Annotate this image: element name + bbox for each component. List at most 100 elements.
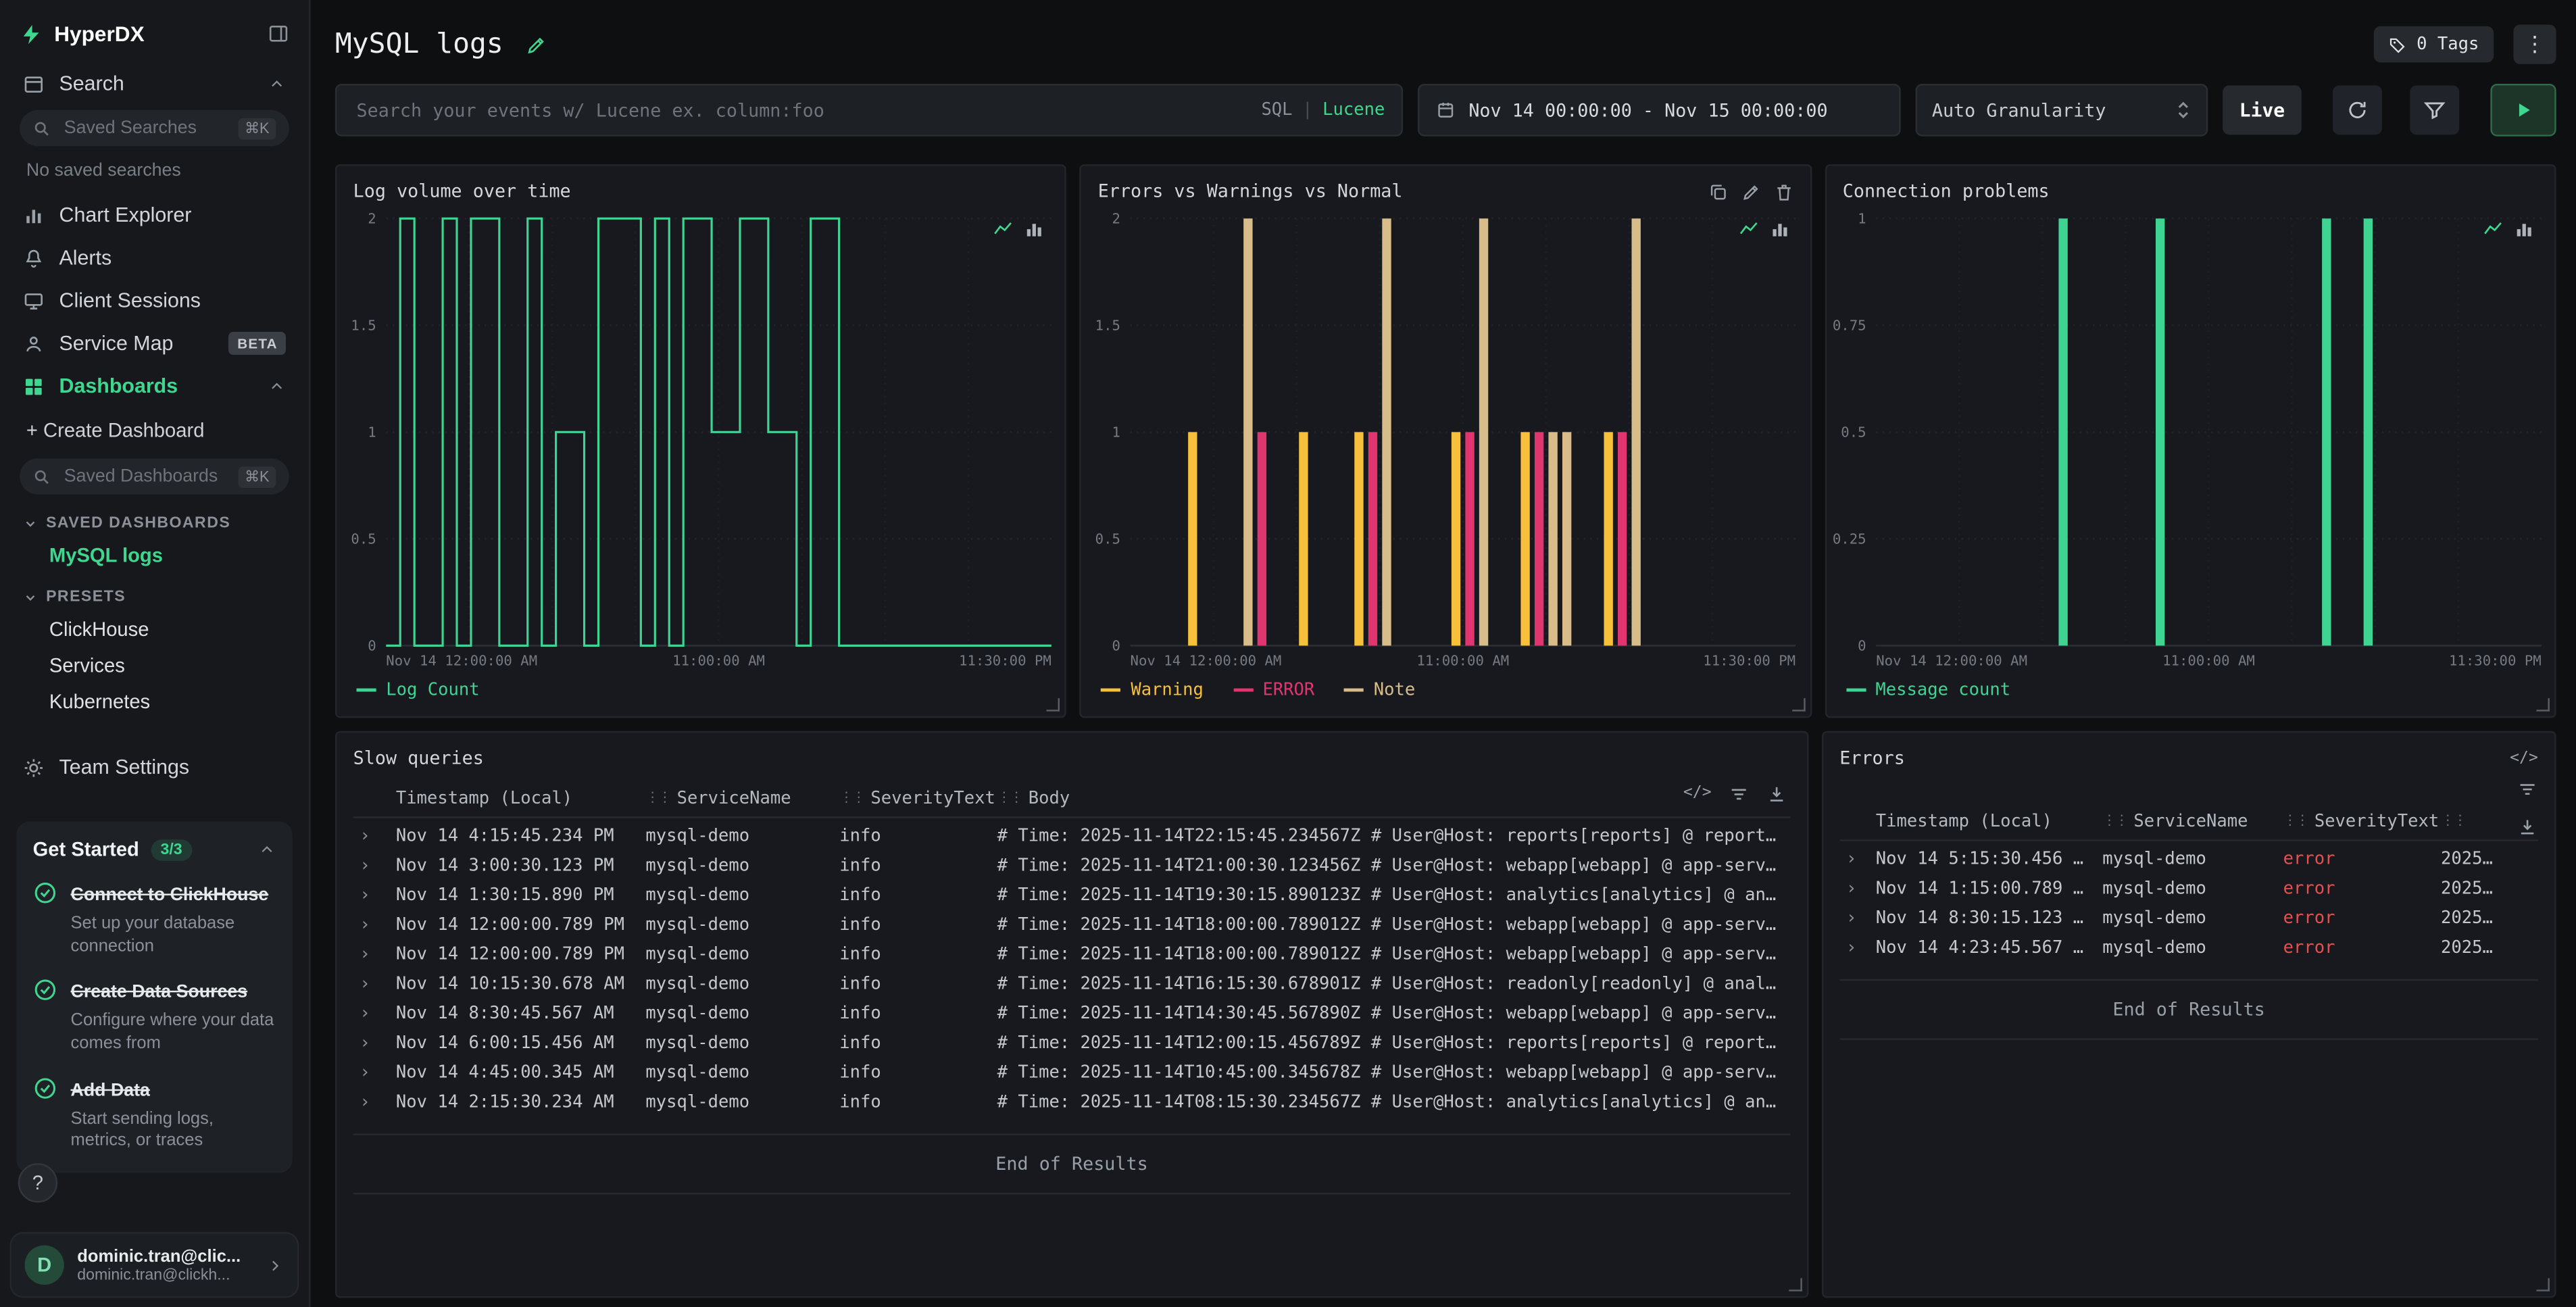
user-menu[interactable]: D dominic.tran@clic... dominic.tran@clic… bbox=[10, 1232, 299, 1298]
column-grip-icon[interactable]: ⋮⋮ bbox=[2102, 813, 2127, 829]
sidebar-preset-kubernetes[interactable]: Kubernetes bbox=[0, 683, 309, 719]
connection-problems-chart[interactable]: 00.250.50.751Nov 14 12:00:00 AM11:00:00 … bbox=[1826, 205, 2554, 672]
expand-row-icon[interactable]: › bbox=[353, 945, 396, 964]
sidebar-dashboard-mysql-logs[interactable]: MySQL logs bbox=[0, 537, 309, 573]
bar-chart-toggle-icon[interactable] bbox=[1024, 218, 1045, 240]
column-settings-icon[interactable] bbox=[2517, 779, 2538, 800]
legend-item[interactable]: Warning bbox=[1101, 680, 1204, 699]
legend-item[interactable]: Message count bbox=[1846, 680, 2011, 699]
chevron-up-icon[interactable] bbox=[258, 840, 276, 858]
edit-title-pencil-icon[interactable] bbox=[526, 34, 548, 55]
expand-row-icon[interactable]: › bbox=[353, 827, 396, 846]
column-grip-icon[interactable]: ⋮⋮ bbox=[839, 790, 864, 806]
resize-handle[interactable] bbox=[1789, 1278, 1802, 1291]
delete-chart-trash-icon[interactable] bbox=[1774, 182, 1793, 201]
collapse-sidebar-icon[interactable] bbox=[268, 23, 289, 45]
resize-handle[interactable] bbox=[2536, 698, 2549, 711]
table-row[interactable]: ›Nov 14 3:00:30.123 PMmysql-demoinfo# Ti… bbox=[353, 851, 1791, 881]
chevron-up-icon[interactable] bbox=[268, 75, 286, 93]
col-servicename[interactable]: ⋮⋮ServiceName bbox=[645, 789, 839, 808]
expand-row-icon[interactable]: › bbox=[353, 856, 396, 876]
date-range-picker[interactable]: Nov 14 00:00:00 - Nov 15 00:00:00 bbox=[1418, 84, 1901, 137]
table-row[interactable]: ›Nov 14 8:30:15.123 AMmysql-demoerror202… bbox=[1839, 904, 2538, 933]
table-row[interactable]: ›Nov 14 5:15:30.456 PMmysql-demoerror202… bbox=[1839, 845, 2538, 874]
column-grip-icon[interactable]: ⋮⋮ bbox=[2441, 813, 2465, 829]
table-row[interactable]: ›Nov 14 2:15:30.234 AMmysql-demoinfo# Ti… bbox=[353, 1087, 1791, 1117]
saved-dashboards-box[interactable]: ⌘K bbox=[20, 458, 289, 494]
resize-handle[interactable] bbox=[1047, 698, 1060, 711]
saved-searches-input[interactable] bbox=[61, 117, 228, 140]
line-chart-toggle-icon[interactable] bbox=[1737, 218, 1759, 240]
download-icon[interactable] bbox=[1766, 784, 1787, 806]
legend-item[interactable]: Log Count bbox=[357, 680, 480, 699]
expand-row-icon[interactable]: › bbox=[1839, 938, 1875, 958]
table-row[interactable]: ›Nov 14 8:30:45.567 AMmysql-demoinfo# Ti… bbox=[353, 999, 1791, 1029]
table-row[interactable]: ›Nov 14 4:45:00.345 AMmysql-demoinfo# Ti… bbox=[353, 1058, 1791, 1088]
legend-item[interactable]: ERROR bbox=[1233, 680, 1315, 699]
bar-chart-toggle-icon[interactable] bbox=[1768, 218, 1790, 240]
duplicate-chart-icon[interactable] bbox=[1708, 182, 1727, 201]
resize-handle[interactable] bbox=[1791, 698, 1804, 711]
col-body[interactable]: ⋮⋮Body bbox=[997, 789, 1791, 808]
event-search-input[interactable] bbox=[353, 98, 1245, 122]
help-button[interactable]: ? bbox=[18, 1163, 57, 1202]
get-started-header[interactable]: Get Started 3/3 bbox=[33, 838, 276, 861]
col-severitytext[interactable]: ⋮⋮SeverityText bbox=[839, 789, 997, 808]
resize-handle[interactable] bbox=[2536, 1278, 2549, 1291]
col-servicename[interactable]: ⋮⋮ServiceName bbox=[2102, 812, 2283, 831]
table-row[interactable]: ›Nov 14 12:00:00.789 PMmysql-demoinfo# T… bbox=[353, 910, 1791, 940]
sidebar-item-team-settings[interactable]: Team Settings bbox=[0, 746, 309, 789]
saved-searches-box[interactable]: ⌘K bbox=[20, 110, 289, 146]
sidebar-preset-clickhouse[interactable]: ClickHouse bbox=[0, 611, 309, 647]
view-sql-code-icon[interactable]: </> bbox=[1683, 784, 1712, 806]
get-started-item[interactable]: Add Data Start sending logs, metrics, or… bbox=[33, 1074, 276, 1153]
expand-row-icon[interactable]: › bbox=[353, 975, 396, 994]
expand-row-icon[interactable]: › bbox=[1839, 879, 1875, 899]
column-settings-icon[interactable] bbox=[1728, 784, 1750, 806]
column-grip-icon[interactable]: ⋮⋮ bbox=[997, 790, 1022, 806]
table-row[interactable]: ›Nov 14 1:30:15.890 PMmysql-demoinfo# Ti… bbox=[353, 881, 1791, 910]
column-grip-icon[interactable]: ⋮⋮ bbox=[2283, 813, 2308, 829]
table-row[interactable]: ›Nov 14 4:15:45.234 PMmysql-demoinfo# Ti… bbox=[353, 822, 1791, 852]
dashboard-kebab-menu[interactable]: ⋮ bbox=[2513, 24, 2556, 64]
expand-row-icon[interactable]: › bbox=[1839, 849, 1875, 869]
sidebar-item-chart-explorer[interactable]: Chart Explorer bbox=[0, 194, 309, 237]
download-icon[interactable] bbox=[2517, 816, 2538, 838]
mode-lucene-toggle[interactable]: Lucene bbox=[1322, 100, 1385, 120]
live-button[interactable]: Live bbox=[2223, 85, 2302, 134]
get-started-item[interactable]: Create Data Sources Configure where your… bbox=[33, 977, 276, 1056]
line-chart-toggle-icon[interactable] bbox=[2482, 218, 2504, 240]
sidebar-item-client-sessions[interactable]: Client Sessions bbox=[0, 279, 309, 322]
table-row[interactable]: ›Nov 14 4:23:45.567 AMmysql-demoerror202… bbox=[1839, 933, 2538, 963]
log-volume-chart[interactable]: 00.511.52Nov 14 12:00:00 AM11:00:00 AM11… bbox=[337, 205, 1065, 672]
table-row[interactable]: ›Nov 14 12:00:00.789 PMmysql-demoinfo# T… bbox=[353, 940, 1791, 970]
view-sql-code-icon[interactable]: </> bbox=[2510, 749, 2538, 768]
create-dashboard-button[interactable]: + Create Dashboard bbox=[0, 408, 309, 453]
bar-chart-toggle-icon[interactable] bbox=[2513, 218, 2535, 240]
filter-button[interactable] bbox=[2410, 85, 2459, 134]
col-timestamp[interactable]: Timestamp (Local) bbox=[396, 789, 646, 808]
refresh-button[interactable] bbox=[2333, 85, 2382, 134]
section-saved-dashboards[interactable]: SAVED DASHBOARDS bbox=[0, 499, 309, 537]
run-query-button[interactable] bbox=[2490, 84, 2556, 137]
expand-row-icon[interactable]: › bbox=[353, 1004, 396, 1023]
line-chart-toggle-icon[interactable] bbox=[993, 218, 1014, 240]
expand-row-icon[interactable]: › bbox=[353, 1063, 396, 1083]
sidebar-item-service-map[interactable]: Service Map BETA bbox=[0, 322, 309, 364]
granularity-select[interactable]: Auto Granularity bbox=[1916, 84, 2208, 137]
table-row[interactable]: ›Nov 14 10:15:30.678 AMmysql-demoinfo# T… bbox=[353, 969, 1791, 999]
edit-chart-pencil-icon[interactable] bbox=[1741, 182, 1760, 201]
table-row[interactable]: ›Nov 14 6:00:15.456 AMmysql-demoinfo# Ti… bbox=[353, 1029, 1791, 1058]
errors-warnings-chart[interactable]: 00.511.52Nov 14 12:00:00 AM11:00:00 AM11… bbox=[1081, 205, 1810, 672]
chevron-up-icon[interactable] bbox=[268, 377, 286, 395]
mode-sql-toggle[interactable]: SQL bbox=[1261, 100, 1292, 120]
get-started-item[interactable]: Connect to ClickHouse Set up your databa… bbox=[33, 879, 276, 958]
col-timestamp[interactable]: Timestamp (Local) bbox=[1876, 812, 2102, 831]
expand-row-icon[interactable]: › bbox=[353, 915, 396, 935]
expand-row-icon[interactable]: › bbox=[353, 1033, 396, 1053]
sidebar-item-dashboards[interactable]: Dashboards bbox=[0, 365, 309, 408]
table-row[interactable]: ›Nov 14 1:15:00.789 PMmysql-demoerror202… bbox=[1839, 874, 2538, 904]
expand-row-icon[interactable]: › bbox=[1839, 908, 1875, 928]
legend-item[interactable]: Note bbox=[1344, 680, 1415, 699]
saved-dashboards-input[interactable] bbox=[61, 465, 228, 488]
